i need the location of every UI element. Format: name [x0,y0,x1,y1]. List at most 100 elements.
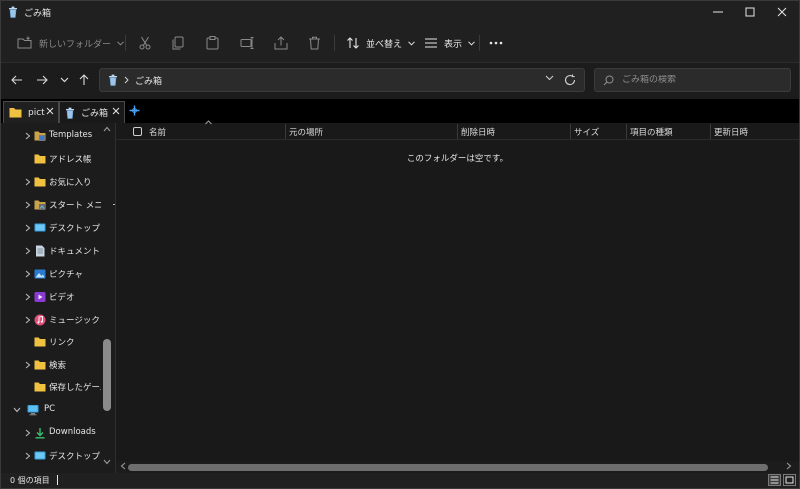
copy-button[interactable] [172,32,184,54]
more-icon [489,41,503,45]
tab-label: ごみ箱 [81,109,109,119]
chevron-right-icon[interactable] [23,315,33,325]
scroll-thumb[interactable] [103,339,111,411]
column-date-deleted[interactable]: 削除日時 [461,126,495,138]
nav-item[interactable]: スタート メニュー [1,195,115,215]
chevron-down-icon [117,40,124,46]
nav-item[interactable]: 検索 [1,355,101,375]
nav-item[interactable]: PC [1,400,101,420]
column-divider[interactable] [710,124,711,139]
column-date-modified[interactable]: 更新日時 [714,126,748,138]
minimize-icon [713,11,723,13]
breadcrumb-recycle-bin[interactable]: ごみ箱 [135,74,162,87]
recent-locations-button[interactable] [56,72,72,88]
minimize-button[interactable] [703,1,733,23]
navigation-row: ごみ箱 [1,63,799,99]
search-input[interactable] [622,75,772,85]
view-button[interactable]: 表示 [424,32,475,54]
search-box[interactable] [594,68,791,92]
close-icon[interactable] [46,107,54,115]
tiles-view-icon [785,476,794,484]
sort-button[interactable]: 並べ替え [346,32,415,54]
column-divider[interactable] [285,124,286,139]
nav-item[interactable]: お気に入り [1,172,101,192]
scroll-down-icon[interactable] [103,459,111,465]
nav-item[interactable]: アドレス帳 [1,149,101,169]
new-folder-button[interactable]: 新しいフォルダー [17,32,124,54]
refresh-icon[interactable] [564,74,576,86]
file-explorer-window: ごみ箱 新しいフォルダー 並べ替え 表示 ごみ箱 ごみ箱の検索 pict ごみ箱… [0,0,800,489]
more-options-button[interactable] [489,32,503,54]
nav-item[interactable]: Templates [1,126,101,146]
details-view-button[interactable] [768,474,781,486]
column-divider[interactable] [626,124,627,139]
chevron-right-icon[interactable] [23,200,33,210]
column-item-type[interactable]: 項目の種類 [630,126,673,138]
copy-icon [172,36,184,50]
share-button[interactable] [274,32,288,54]
column-size[interactable]: サイズ [574,126,599,138]
nav-item[interactable]: ミュージック [1,310,101,330]
folder-icon [34,177,46,187]
cut-button[interactable] [138,32,152,54]
tab-label: pict [28,107,45,118]
chevron-right-icon[interactable] [23,451,33,461]
forward-button[interactable] [34,72,50,88]
scroll-left-icon[interactable] [120,462,126,470]
delete-button[interactable] [308,32,321,54]
paste-icon [206,36,219,50]
share-icon [274,36,288,50]
view-label: 表示 [444,39,463,50]
separator [125,35,126,51]
large-icons-view-button[interactable] [783,474,796,486]
column-divider[interactable] [570,124,571,139]
nav-item[interactable]: リンク [1,332,101,352]
column-original-location[interactable]: 元の場所 [289,126,323,138]
scroll-right-icon[interactable] [786,462,792,470]
new-tab-icon[interactable] [129,105,140,116]
chevron-right-icon[interactable] [23,246,33,256]
tab-recycle-bin[interactable]: ごみ箱 [59,101,125,123]
maximize-button[interactable] [735,1,765,23]
folder-icon [34,382,46,392]
close-icon [777,7,787,17]
tab-pict[interactable]: pict [3,101,59,123]
nav-item[interactable]: ピクチャ [1,264,101,284]
column-name[interactable]: 名前 [149,126,166,138]
recycle-bin-icon [109,74,117,86]
select-all-checkbox[interactable] [133,127,142,136]
folder-icon [34,154,46,164]
close-icon[interactable] [112,107,120,115]
pictures-folder-icon [34,269,46,279]
back-button[interactable] [9,72,25,88]
chevron-down-icon[interactable] [545,75,554,81]
nav-pane-scrollbar[interactable] [101,123,113,473]
nav-item[interactable]: 保存したゲーム [1,377,108,397]
paste-button[interactable] [206,32,219,54]
scroll-up-icon[interactable] [103,126,111,132]
nav-item[interactable]: ドキュメント [1,241,101,261]
chevron-down-icon [468,40,475,46]
nav-item[interactable]: デスクトップ [1,218,101,238]
chevron-right-icon[interactable] [23,269,33,279]
horizontal-scrollbar[interactable] [116,461,799,473]
scroll-thumb[interactable] [128,464,768,471]
chevron-down-icon[interactable] [12,405,22,415]
separator [479,35,480,51]
chevron-right-icon[interactable] [23,428,33,438]
column-divider[interactable] [457,124,458,139]
chevron-right-icon[interactable] [23,131,33,141]
address-bar[interactable]: ごみ箱 [99,68,585,92]
up-button[interactable] [76,72,92,88]
nav-item[interactable]: デスクトップ [1,446,101,466]
chevron-right-icon[interactable] [23,360,33,370]
nav-item[interactable]: ビデオ [1,287,101,307]
rename-button[interactable] [240,32,254,54]
separator [334,35,335,51]
chevron-right-icon[interactable] [23,177,33,187]
sort-caret-icon [205,120,212,125]
chevron-right-icon[interactable] [23,223,33,233]
chevron-right-icon[interactable] [23,292,33,302]
close-button[interactable] [767,1,797,23]
nav-item[interactable]: Downloads [1,423,101,443]
